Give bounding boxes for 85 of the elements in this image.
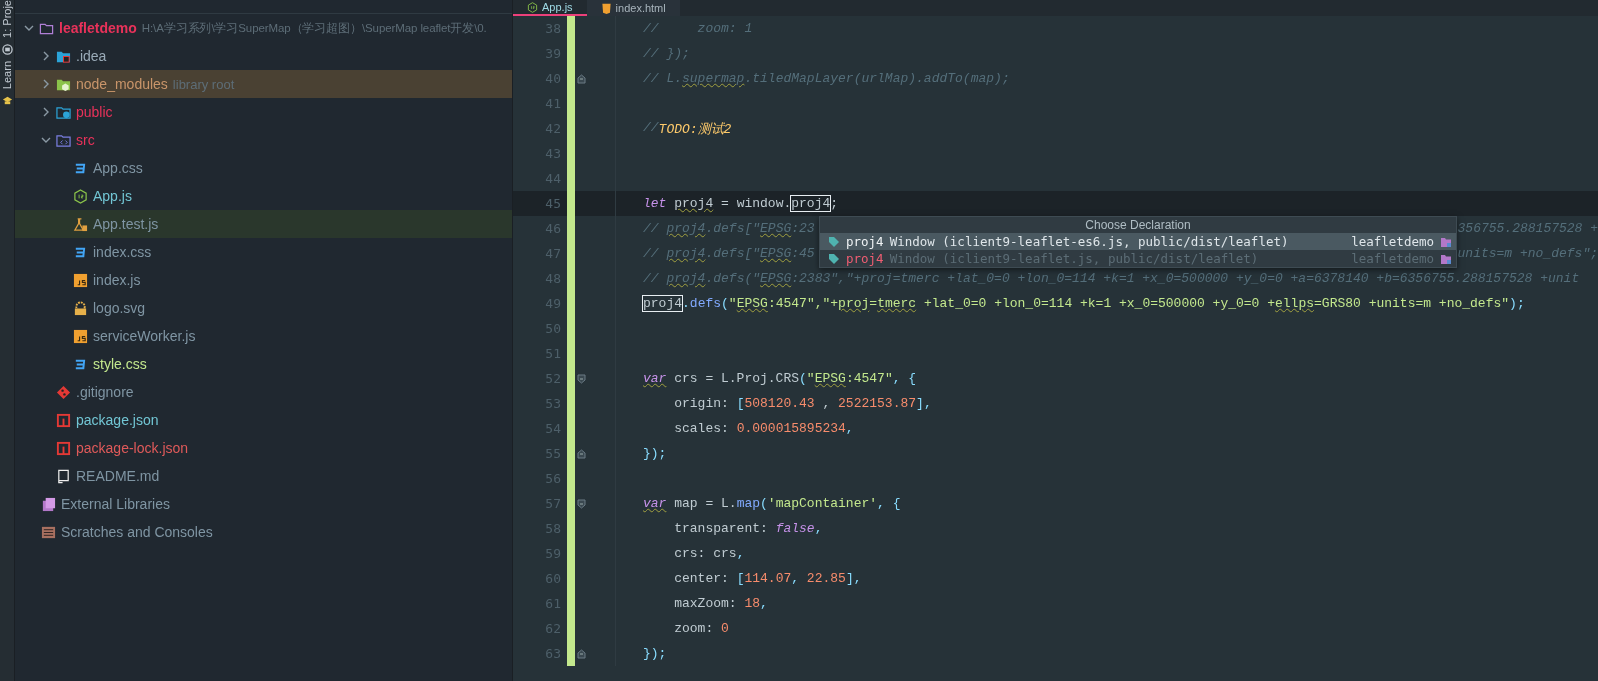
code-line: // zoom: 1 <box>643 21 753 36</box>
popup-title: Choose Declaration <box>1084 217 1192 233</box>
tree-item[interactable]: src <box>15 126 512 154</box>
tool-window-label[interactable]: Learn <box>1 60 13 90</box>
tree-item[interactable]: package.json <box>15 406 512 434</box>
code-line: // }); <box>643 46 690 61</box>
code-line: }); <box>643 646 667 661</box>
code-line: transparent: false, <box>673 521 823 536</box>
tree-item[interactable]: logo.svg <box>15 294 512 322</box>
tree-item[interactable]: style.css <box>15 350 512 378</box>
tree-item[interactable]: index.css <box>15 238 512 266</box>
tree-item-label: src <box>76 132 95 148</box>
tree-item-label: index.js <box>93 272 141 288</box>
tree-item-label: leafletdemo <box>59 20 137 36</box>
tree-item-label: package.json <box>76 412 159 428</box>
code-line: var crs = L.Proj.CRS("EPSG:4547", { <box>643 371 917 386</box>
code-line: center: [114.07, 22.85], <box>673 571 862 586</box>
code-line: 356755.288157528 + <box>1457 221 1598 236</box>
tree-item-label: External Libraries <box>61 496 170 512</box>
chevron-right-icon[interactable] <box>41 107 51 117</box>
tree-item-label: App.test.js <box>93 216 159 232</box>
tree-item[interactable]: node_modules library root <box>15 70 512 98</box>
tree-item-label: index.css <box>93 244 152 260</box>
tool-window-label[interactable]: 1: Proje <box>1 0 13 38</box>
tree-item[interactable]: App.css <box>15 154 512 182</box>
code-line: // proj4.defs["EPSG:23 <box>643 221 815 236</box>
tag-icon <box>828 252 840 265</box>
fold-marker-icon[interactable] <box>576 648 586 659</box>
code-line: var map = L.map('mapContainer', { <box>643 496 901 511</box>
tree-item-label: .idea <box>76 48 107 64</box>
code-line: // L.supermap.tiledMapLayer(urlMap).addTo(map); <box>643 71 1010 86</box>
tree-item-label: App.js <box>93 188 132 204</box>
fold-marker-icon[interactable] <box>576 498 586 509</box>
tree-item[interactable]: App.js <box>15 182 512 210</box>
line-number: 45 <box>544 196 562 211</box>
code-line: zoom: 0 <box>673 621 729 636</box>
code-line: units=m +no_defs"; <box>1457 246 1598 261</box>
chevron-down-icon[interactable] <box>24 23 34 33</box>
folder-icon <box>1440 252 1452 265</box>
code-line: scales: 0.000015895234, <box>673 421 854 436</box>
path-hint: H:\A学习系列\学习SuperMap（学习超图）\SuperMap leaflet开发\0. <box>141 20 487 36</box>
tree-item-label: serviceWorker.js <box>93 328 196 344</box>
tree-item-label: node_modules <box>76 76 168 92</box>
code-line: proj4.defs("EPSG:4547","+proj=tmerc +lat_0=0 +lon_0=114 +k=1 +x_0=500000 +y_0=0 +ellps=GRS80 +units=m +no_defs"); <box>643 296 1525 311</box>
fold-marker-icon[interactable] <box>576 73 586 84</box>
code-line: // proj4.defs("EPSG:2383","+proj=tmerc +lat_0=0 +lon_0=114 +k=1 +x_0=500000 +y_0=0 +a=6378140 +b=6356755.288157528 +unit <box>643 271 1580 286</box>
code-line: maxZoom: 18, <box>673 596 768 611</box>
editor-tab[interactable]: index.html <box>586 0 680 16</box>
tree-item[interactable]: .idea <box>15 42 512 70</box>
tree-item[interactable]: Scratches and Consoles <box>15 518 512 546</box>
tree-item[interactable]: index.js <box>15 266 512 294</box>
tree-item[interactable]: public <box>15 98 512 126</box>
tree-item[interactable]: .gitignore <box>15 378 512 406</box>
code-line: let proj4 = window.proj4; <box>643 196 839 211</box>
code-line: //TODO:测试2 <box>643 119 732 138</box>
tree-item-label: style.css <box>93 356 147 372</box>
code-line: origin: [508120.43 , 2522153.87], <box>673 396 932 411</box>
fold-marker-icon[interactable] <box>576 373 586 384</box>
tree-item-label: README.md <box>76 468 160 484</box>
code-line: }); <box>643 446 667 461</box>
chevron-down-icon[interactable] <box>41 135 51 145</box>
chevron-right-icon[interactable] <box>41 51 51 61</box>
cap-icon[interactable] <box>1 95 13 107</box>
tree-item-label: App.css <box>93 160 143 176</box>
declaration-item[interactable]: proj4 Window (iclient9-leaflet-es6.js, public/dist/leaflet) leafletdemo <box>820 233 1456 250</box>
code-line: crs: crs, <box>673 546 745 561</box>
folder-icon <box>1440 235 1452 248</box>
fold-marker-icon[interactable] <box>576 448 586 459</box>
tree-item-label: public <box>76 104 113 120</box>
tree-item[interactable]: leafletdemo H:\A学习系列\学习SuperMap（学习超图）\SuperMap leaflet开发\0. <box>15 14 512 42</box>
tree-item[interactable]: External Libraries <box>15 490 512 518</box>
tree-item-label: package-lock.json <box>76 440 189 456</box>
code-line: // proj4.defs["EPSG:45 <box>643 246 815 261</box>
tree-item[interactable]: package-lock.json <box>15 434 512 462</box>
tree-item-label: .gitignore <box>76 384 134 400</box>
tree-item-label: Scratches and Consoles <box>61 524 213 540</box>
tree-item[interactable]: App.test.js <box>15 210 512 238</box>
tree-item[interactable]: README.md <box>15 462 512 490</box>
tag-icon <box>828 235 840 248</box>
project-icon[interactable] <box>1 43 13 55</box>
tree-item[interactable]: serviceWorker.js <box>15 322 512 350</box>
path-hint: library root <box>172 76 235 92</box>
chevron-right-icon[interactable] <box>41 79 51 89</box>
tree-item-label: logo.svg <box>93 300 146 316</box>
editor-tab[interactable]: App.js <box>513 0 587 16</box>
